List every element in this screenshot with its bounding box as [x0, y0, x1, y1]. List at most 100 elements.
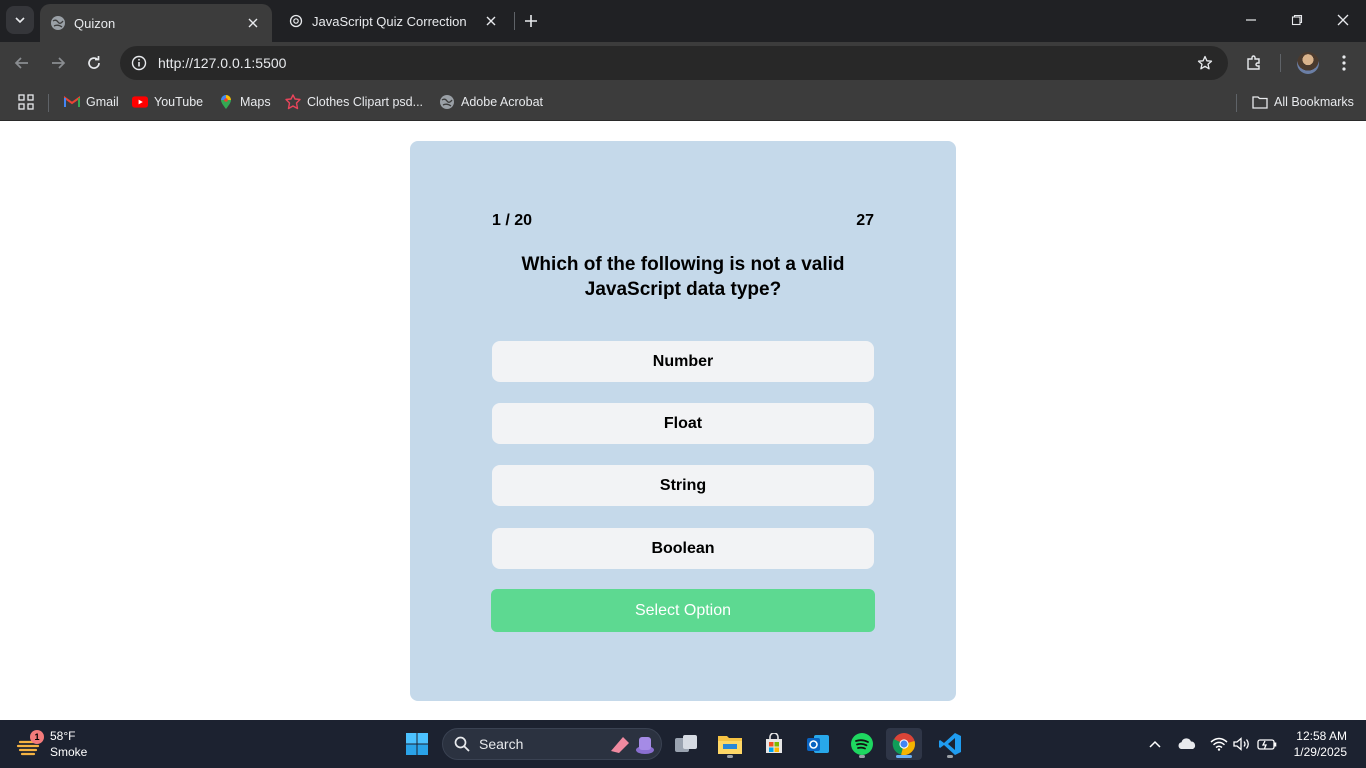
option-button-float[interactable]: Float	[492, 403, 874, 444]
windows-taskbar: 1 58°F Smoke Search 12:58 AM 1/29/2025	[0, 720, 1366, 768]
start-button[interactable]	[399, 728, 435, 760]
bookmark-label: Maps	[240, 95, 271, 109]
page-content: 1 / 20 27 Which of the following is not …	[0, 121, 1366, 720]
chrome-icon	[892, 733, 915, 755]
apps-button[interactable]	[18, 90, 34, 114]
address-bar[interactable]: http://127.0.0.1:5500	[120, 46, 1228, 80]
avatar	[1297, 52, 1319, 74]
option-button-string[interactable]: String	[492, 465, 874, 506]
close-tab-icon[interactable]	[482, 12, 500, 30]
weather-description: Smoke	[50, 745, 88, 759]
bookmark-label: Adobe Acrobat	[461, 95, 544, 109]
bookmarks-bar: Gmail YouTube Maps Clothes Clipart psd..…	[0, 84, 1366, 121]
extensions-button[interactable]	[1240, 49, 1268, 77]
bookmark-adobe-acrobat[interactable]: Adobe Acrobat	[439, 90, 543, 114]
youtube-icon	[132, 94, 148, 110]
site-info-icon[interactable]	[122, 46, 156, 80]
clipart-icon	[285, 94, 301, 110]
bookmark-label: Gmail	[86, 95, 119, 109]
clock-date: 1/29/2025	[1293, 745, 1347, 759]
question-text: Which of the following is not a valid Ja…	[521, 254, 845, 300]
spotify-icon	[851, 733, 873, 755]
bookmark-separator	[48, 94, 49, 112]
outlook-icon	[807, 735, 829, 753]
tab-title: Quizon	[74, 15, 116, 31]
puzzle-icon	[1247, 55, 1260, 70]
reload-icon	[88, 56, 100, 69]
show-hidden-icons-button[interactable]	[1146, 732, 1164, 756]
running-indicator	[859, 755, 865, 758]
battery-icon[interactable]	[1256, 732, 1278, 756]
browser-tab-strip: Quizon JavaScript Quiz Correction	[0, 0, 1366, 42]
tab-search-button[interactable]	[6, 6, 34, 34]
bookmark-youtube[interactable]: YouTube	[132, 90, 203, 114]
close-window-button[interactable]	[1320, 6, 1366, 34]
file-explorer-button[interactable]	[712, 728, 748, 760]
browser-menu-button[interactable]	[1330, 49, 1358, 77]
plus-icon	[525, 15, 537, 27]
restore-icon	[1291, 14, 1303, 26]
weather-icon: 1	[16, 730, 44, 758]
arrow-left-icon	[14, 57, 28, 69]
spotify-button[interactable]	[844, 728, 880, 760]
select-option-button[interactable]: Select Option	[491, 589, 875, 632]
quiz-card: 1 / 20 27 Which of the following is not …	[410, 141, 956, 701]
bookmark-star-icon[interactable]	[1188, 46, 1222, 80]
gmail-icon	[64, 94, 80, 110]
vscode-button[interactable]	[932, 728, 968, 760]
running-indicator	[947, 755, 953, 758]
system-clock[interactable]: 12:58 AM 1/29/2025	[1277, 728, 1347, 760]
clock-time: 12:58 AM	[1296, 729, 1347, 743]
toolbar-separator	[1280, 54, 1281, 72]
question-counter: 1 / 20	[492, 212, 533, 229]
microsoft-store-button[interactable]	[756, 728, 792, 760]
bookmark-label: YouTube	[154, 95, 204, 109]
close-tab-icon[interactable]	[244, 14, 262, 32]
new-tab-button[interactable]	[518, 8, 544, 34]
back-button[interactable]	[8, 49, 36, 77]
bookmark-gmail[interactable]: Gmail	[64, 90, 119, 114]
all-bookmarks-button[interactable]: All Bookmarks	[1252, 90, 1354, 114]
weather-temperature: 58°F	[50, 729, 76, 743]
option-button-boolean[interactable]: Boolean	[492, 528, 874, 569]
weather-widget[interactable]: 1 58°F Smoke	[16, 726, 87, 762]
bookmark-clothes-clipart[interactable]: Clothes Clipart psd...	[285, 90, 423, 114]
folder-icon	[718, 736, 742, 754]
search-icon	[453, 735, 471, 753]
close-icon	[1337, 14, 1349, 26]
bookmark-label: Clothes Clipart psd...	[307, 95, 424, 109]
folder-icon	[1252, 94, 1268, 110]
task-view-button[interactable]	[668, 728, 704, 760]
onedrive-icon[interactable]	[1176, 732, 1198, 756]
openai-icon	[288, 13, 304, 29]
tab-javascript-quiz-correction[interactable]: JavaScript Quiz Correction	[278, 4, 510, 38]
wifi-icon[interactable]	[1208, 732, 1230, 756]
tab-title: JavaScript Quiz Correction	[312, 13, 467, 29]
taskbar-search[interactable]: Search	[442, 728, 662, 760]
restore-button[interactable]	[1274, 6, 1320, 34]
windows-icon	[406, 733, 428, 755]
all-bookmarks-label: All Bookmarks	[1274, 95, 1354, 109]
minimize-icon	[1246, 19, 1256, 21]
tab-quizon[interactable]: Quizon	[40, 4, 272, 42]
search-highlight-icon	[611, 737, 654, 754]
browser-toolbar: http://127.0.0.1:5500	[0, 42, 1366, 84]
reload-button[interactable]	[80, 49, 108, 77]
volume-icon[interactable]	[1232, 732, 1252, 756]
option-button-number[interactable]: Number	[492, 341, 874, 382]
outlook-button[interactable]	[800, 728, 836, 760]
store-icon	[766, 733, 782, 753]
globe-icon	[50, 15, 66, 31]
bookmark-separator	[1236, 94, 1237, 112]
minimize-button[interactable]	[1228, 6, 1274, 34]
tab-separator	[514, 12, 515, 30]
more-vertical-icon	[1342, 55, 1346, 71]
chrome-button[interactable]	[886, 728, 922, 760]
bookmark-maps[interactable]: Maps	[218, 90, 271, 114]
forward-button[interactable]	[44, 49, 72, 77]
search-label: Search	[479, 736, 524, 752]
chevron-down-icon	[15, 17, 25, 24]
profile-button[interactable]	[1294, 49, 1322, 77]
arrow-right-icon	[52, 57, 66, 69]
maps-icon	[218, 94, 234, 110]
